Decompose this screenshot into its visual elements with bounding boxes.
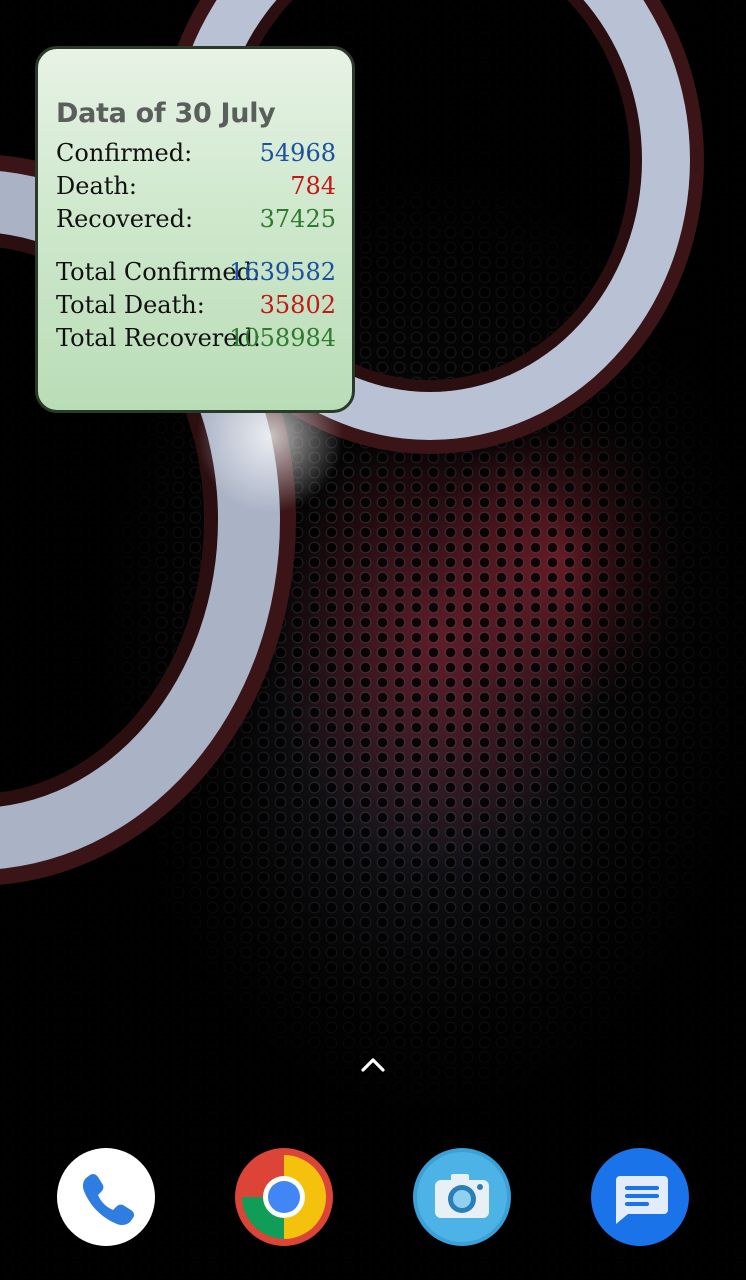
stat-label: Death: <box>56 172 137 200</box>
chevron-up-icon <box>361 1058 385 1072</box>
dock-messages-button[interactable] <box>591 1148 689 1246</box>
stat-value: 37425 <box>259 205 336 233</box>
chrome-icon <box>235 1148 333 1246</box>
covid-stats-widget[interactable]: Data of 30 July Confirmed: 54968 Death: … <box>35 46 355 413</box>
messages-icon <box>591 1148 689 1246</box>
app-drawer-handle[interactable] <box>358 1050 388 1080</box>
widget-title: Data of 30 July <box>56 98 276 129</box>
stat-value: 54968 <box>259 139 336 167</box>
dock-chrome-button[interactable] <box>235 1148 333 1246</box>
stat-label: Confirmed: <box>56 139 193 167</box>
widget-spacer <box>56 236 336 256</box>
stat-value: 1639582 <box>229 258 336 286</box>
stat-label: Recovered: <box>56 205 194 233</box>
stat-row-total-recovered: Total Recovered: 1058984 <box>56 322 336 355</box>
stat-value: 1058984 <box>229 324 336 352</box>
stat-row-recovered: Recovered: 37425 <box>56 203 336 236</box>
dock-camera-button[interactable] <box>413 1148 511 1246</box>
stat-row-death: Death: 784 <box>56 170 336 203</box>
stat-row-total-death: Total Death: 35802 <box>56 289 336 322</box>
stat-row-confirmed: Confirmed: 54968 <box>56 137 336 170</box>
stat-label: Total Death: <box>56 291 205 319</box>
stat-value: 35802 <box>259 291 336 319</box>
camera-icon <box>413 1148 511 1246</box>
phone-icon <box>57 1148 155 1246</box>
stat-row-total-confirmed: Total Confirmed: 1639582 <box>56 256 336 289</box>
dock-phone-button[interactable] <box>57 1148 155 1246</box>
stat-value: 784 <box>290 172 336 200</box>
